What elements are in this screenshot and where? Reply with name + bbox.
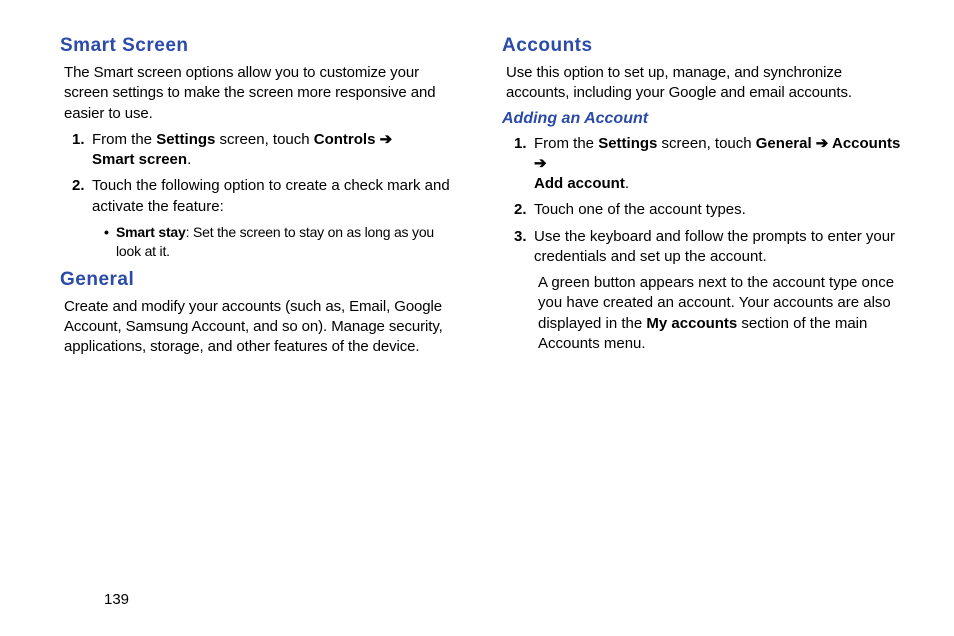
bullet-item: • Smart stay: Set the screen to stay on …	[104, 223, 462, 261]
smart-screen-intro: The Smart screen options allow you to cu…	[64, 63, 462, 124]
text-bold: Accounts	[828, 135, 900, 152]
heading-adding-account: Adding an Account	[502, 110, 904, 128]
list-item: 2. Touch the following option to create …	[64, 176, 462, 217]
list-item: 1. From the Settings screen, touch Contr…	[64, 130, 462, 171]
adding-account-steps: 1. From the Settings screen, touch Gener…	[506, 134, 904, 268]
general-intro: Create and modify your accounts (such as…	[64, 297, 462, 358]
arrow-icon: ➔	[816, 135, 829, 152]
step-text: Use the keyboard and follow the prompts …	[534, 227, 904, 268]
step-text: From the Settings screen, touch Controls…	[92, 130, 462, 171]
text-bold: Controls	[314, 131, 380, 148]
page-columns: Smart Screen The Smart screen options al…	[60, 35, 904, 363]
text-bold: My accounts	[646, 315, 737, 332]
text-bold: General	[756, 135, 816, 152]
list-item: 1. From the Settings screen, touch Gener…	[506, 134, 904, 195]
text-fragment: screen, touch	[657, 135, 755, 152]
smart-screen-steps: 1. From the Settings screen, touch Contr…	[64, 130, 462, 217]
step-number: 2.	[64, 176, 92, 217]
heading-smart-screen: Smart Screen	[60, 35, 462, 57]
text-bold: Smart screen	[92, 151, 187, 168]
accounts-intro: Use this option to set up, manage, and s…	[506, 63, 904, 104]
text-fragment: From the	[534, 135, 598, 152]
step-text: From the Settings screen, touch General …	[534, 134, 904, 195]
text-bold: Smart stay	[116, 224, 186, 240]
step-number: 3.	[506, 227, 534, 268]
step-number: 1.	[506, 134, 534, 195]
heading-general: General	[60, 269, 462, 291]
step-number: 2.	[506, 200, 534, 220]
text-fragment: screen, touch	[215, 131, 313, 148]
page-number: 139	[104, 591, 129, 608]
text-fragment: .	[625, 175, 629, 192]
arrow-icon: ➔	[534, 155, 547, 172]
right-column: Accounts Use this option to set up, mana…	[502, 35, 904, 363]
text-fragment: .	[187, 151, 191, 168]
text-fragment: From the	[92, 131, 156, 148]
bullet-icon: •	[104, 223, 116, 261]
left-column: Smart Screen The Smart screen options al…	[60, 35, 462, 363]
text-bold: Settings	[598, 135, 657, 152]
list-item: 3. Use the keyboard and follow the promp…	[506, 227, 904, 268]
bullet-text: Smart stay: Set the screen to stay on as…	[116, 223, 462, 261]
list-item: 2. Touch one of the account types.	[506, 200, 904, 220]
heading-accounts: Accounts	[502, 35, 904, 57]
arrow-icon: ➔	[380, 131, 393, 148]
text-bold: Add account	[534, 175, 625, 192]
continuation-text: A green button appears next to the accou…	[538, 273, 904, 354]
step-text: Touch the following option to create a c…	[92, 176, 462, 217]
step-number: 1.	[64, 130, 92, 171]
step-text: Touch one of the account types.	[534, 200, 904, 220]
text-bold: Settings	[156, 131, 215, 148]
